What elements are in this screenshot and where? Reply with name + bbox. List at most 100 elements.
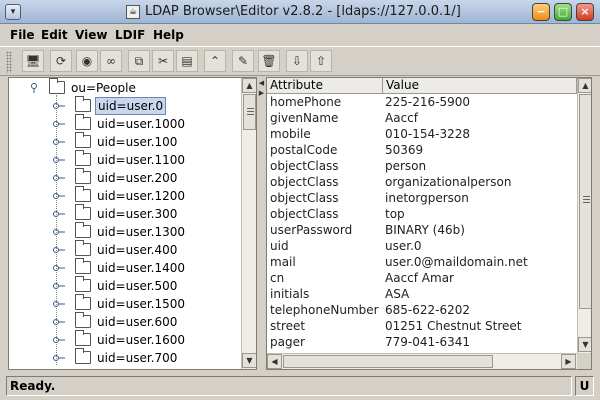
tree-root-node[interactable]: ou=People — [9, 78, 239, 97]
expand-key-icon[interactable] — [53, 316, 65, 326]
column-header-value[interactable]: Value — [383, 78, 577, 94]
expand-key-icon[interactable] — [53, 244, 65, 254]
tree-node[interactable]: uid=user.100 — [9, 132, 239, 151]
tree-node[interactable]: uid=user.1600 — [9, 330, 239, 349]
tree-node[interactable]: uid=user.400 — [9, 240, 239, 259]
column-header-attribute[interactable]: Attribute — [267, 78, 383, 94]
horizontal-scroll-thumb[interactable] — [283, 355, 493, 368]
folder-icon — [75, 168, 91, 184]
trash-button[interactable]: 🗑 — [258, 50, 280, 72]
tree-node-label: uid=user.300 — [97, 207, 178, 221]
tree-node[interactable]: uid=user.200 — [9, 168, 239, 187]
value-cell: Aaccf Amar — [385, 271, 454, 285]
expand-key-icon[interactable] — [31, 82, 41, 93]
table-row[interactable]: objectClass inetorgperson — [267, 190, 577, 206]
tree-node[interactable]: uid=user.1200 — [9, 186, 239, 205]
thumb-grip-line — [583, 199, 590, 200]
tree-node[interactable]: uid=user.500 — [9, 276, 239, 295]
table-row[interactable]: pager 779-041-6341 — [267, 334, 577, 350]
expand-key-icon[interactable] — [53, 280, 65, 290]
value-cell: inetorgperson — [385, 191, 469, 205]
split-pane-divider[interactable]: ◀ ▶ — [258, 77, 265, 370]
import-button[interactable]: ⇩ — [286, 50, 308, 72]
table-row[interactable]: initials ASA — [267, 286, 577, 302]
table-row[interactable]: objectClass organizationalperson — [267, 174, 577, 190]
scroll-thumb[interactable] — [579, 94, 591, 309]
status-message: Ready. — [6, 376, 572, 396]
table-row[interactable]: userPassword BINARY (46b) — [267, 222, 577, 238]
toolbar-grip[interactable] — [6, 51, 12, 73]
copy-button[interactable]: ⧉ — [128, 50, 150, 72]
tree-node[interactable]: uid=user.1500 — [9, 294, 239, 313]
menu-help[interactable]: Help — [153, 24, 184, 46]
tree-node[interactable]: uid=user.700 — [9, 348, 239, 367]
table-row[interactable]: cn Aaccf Amar — [267, 270, 577, 286]
tree-node[interactable]: uid=user.1300 — [9, 222, 239, 241]
expand-key-icon[interactable] — [53, 172, 65, 182]
menu-view[interactable]: View — [75, 24, 107, 46]
table-row[interactable]: mobile 010-154-3228 — [267, 126, 577, 142]
expand-key-icon[interactable] — [53, 118, 65, 128]
table-row[interactable]: objectClass person — [267, 158, 577, 174]
expand-key-icon[interactable] — [53, 262, 65, 272]
tree-node[interactable]: uid=user.0 — [9, 96, 239, 115]
scroll-left-button[interactable]: ◀ — [267, 354, 282, 369]
up-arrow-button[interactable]: ⌃ — [204, 50, 226, 72]
expand-key-icon[interactable] — [53, 190, 65, 200]
scroll-up-button[interactable]: ▲ — [242, 78, 256, 93]
binoculars-button[interactable]: ∞ — [100, 50, 122, 72]
table-row[interactable]: street 01251 Chestnut Street — [267, 318, 577, 334]
folder-icon — [75, 114, 91, 130]
folder-icon — [75, 186, 91, 202]
system-menu-button[interactable]: ▾ — [5, 4, 21, 20]
table-horizontal-scrollbar[interactable]: ◀ ▶ — [267, 353, 577, 369]
table-row[interactable]: givenName Aaccf — [267, 110, 577, 126]
table-row[interactable]: telephoneNumber 685-622-6202 — [267, 302, 577, 318]
close-button[interactable]: × — [576, 3, 594, 21]
minimize-button[interactable]: − — [532, 3, 550, 21]
globe-button[interactable]: ◉ — [76, 50, 98, 72]
table-row[interactable]: postalCode 50369 — [267, 142, 577, 158]
table-row[interactable]: mail user.0@maildomain.net — [267, 254, 577, 270]
tree-node[interactable]: uid=user.1400 — [9, 258, 239, 277]
scroll-down-button[interactable]: ▼ — [242, 353, 256, 368]
tree-vertical-scrollbar[interactable]: ▲ ▼ — [241, 78, 256, 369]
tree-node[interactable]: uid=user.1000 — [9, 114, 239, 133]
menu-file[interactable]: File — [10, 24, 35, 46]
table-row[interactable]: objectClass top — [267, 206, 577, 222]
cut-button[interactable]: ✂ — [152, 50, 174, 72]
tree-node[interactable]: uid=user.1100 — [9, 150, 239, 169]
tree-node[interactable]: uid=user.600 — [9, 312, 239, 331]
thumb-grip-line — [247, 111, 254, 112]
export-button[interactable]: ⇧ — [310, 50, 332, 72]
collapse-left-arrow-icon[interactable]: ◀ — [258, 79, 265, 87]
expand-key-icon[interactable] — [53, 334, 65, 344]
computer-button[interactable]: 🖥 — [22, 50, 44, 72]
expand-key-icon[interactable] — [53, 100, 65, 110]
expand-key-icon[interactable] — [53, 136, 65, 146]
expand-key-icon[interactable] — [53, 352, 65, 362]
collapse-right-arrow-icon[interactable]: ▶ — [258, 89, 265, 97]
system-menu-glyph: ▾ — [10, 7, 16, 17]
paste-button[interactable]: ▤ — [176, 50, 198, 72]
expand-key-icon[interactable] — [53, 154, 65, 164]
expand-key-icon[interactable] — [53, 298, 65, 308]
expand-key-icon[interactable] — [53, 226, 65, 236]
tree-node[interactable]: uid=user.300 — [9, 204, 239, 223]
scroll-down-button[interactable]: ▼ — [578, 337, 591, 352]
tree-node-label: uid=user.1300 — [97, 225, 186, 239]
scroll-right-button[interactable]: ▶ — [561, 354, 576, 369]
connect-button[interactable]: ⟳ — [50, 50, 72, 72]
table-vertical-scrollbar[interactable]: ▲ ▼ — [577, 78, 591, 353]
table-row[interactable]: uid user.0 — [267, 238, 577, 254]
menu-edit[interactable]: Edit — [41, 24, 68, 46]
table-row[interactable]: homePhone 225-216-5900 — [267, 94, 577, 110]
scroll-up-button[interactable]: ▲ — [578, 78, 591, 93]
scroll-thumb[interactable] — [243, 94, 256, 130]
maximize-button[interactable]: □ — [554, 3, 572, 21]
table-row[interactable]: employeeNumber 0 — [267, 350, 577, 352]
menu-ldif[interactable]: LDIF — [115, 24, 145, 46]
edit-button[interactable]: ✎ — [232, 50, 254, 72]
expand-key-icon[interactable] — [53, 208, 65, 218]
attribute-cell: objectClass — [270, 207, 339, 221]
